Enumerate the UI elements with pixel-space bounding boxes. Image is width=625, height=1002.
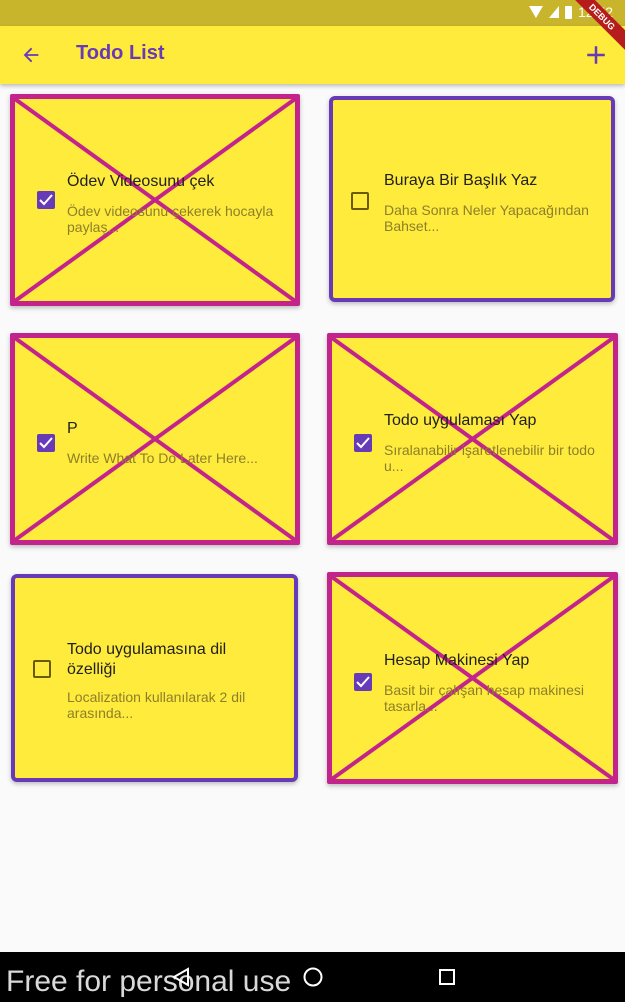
todo-checkbox[interactable] [33,660,51,678]
todo-description: Sıralanabilir işaretlenebilir bir todo u… [384,442,595,474]
todo-title: Todo uygulaması Yap [384,412,537,429]
todo-description: Ödev videosunu çekerek hocayla paylaş... [67,203,274,235]
todo-checkbox[interactable] [37,191,55,209]
todo-description: Basit bir çalışan hesap makinesi tasarla… [384,682,584,714]
square-recents-icon [439,969,455,985]
completed-cross-mark [332,577,613,779]
nav-recents-button[interactable] [434,964,460,990]
todo-description: Write What To Do Later Here... [67,450,258,466]
arrow-left-icon [23,47,39,63]
signal-icon [548,6,559,18]
todo-title: Buraya Bir Başlık Yaz [384,172,538,189]
nav-home-button[interactable] [300,964,326,990]
completed-cross-mark [15,338,295,540]
todo-title: P [67,420,78,437]
todo-card[interactable]: Hesap Makinesi Yap Basit bir çalışan hes… [327,572,618,784]
todo-card[interactable]: Ödev Videosunu çek Ödev videosunu çekere… [10,94,300,306]
circle-home-icon [303,967,323,987]
todo-title: Todo uygulamasına dil özelliği [67,641,227,678]
completed-cross-mark [332,338,613,540]
todo-title: Ödev Videosunu çek [67,173,215,190]
todo-checkbox[interactable] [37,434,55,452]
add-todo-button[interactable] [577,36,615,74]
todo-card[interactable]: Buraya Bir Başlık Yaz Daha Sonra Neler Y… [329,96,615,302]
plus-icon [587,46,605,64]
wifi-icon [528,6,543,18]
back-button[interactable] [12,36,50,74]
completed-cross-mark [15,99,295,301]
todo-title: Hesap Makinesi Yap [384,652,530,669]
battery-icon [564,5,572,19]
page-title: Todo List [76,42,165,64]
todo-description: Daha Sonra Neler Yapacağından Bahset... [384,202,589,234]
todo-description: Localization kullanılarak 2 dil arasında… [67,689,246,721]
todo-card[interactable]: Todo uygulaması Yap Sıralanabilir işaret… [327,333,618,545]
todo-card[interactable]: P Write What To Do Later Here... [10,333,300,545]
todo-checkbox[interactable] [351,192,369,210]
app-bar: Todo List [0,26,625,84]
todo-card[interactable]: Todo uygulamasına dil özelliği Localizat… [11,574,298,782]
todo-checkbox[interactable] [354,434,372,452]
status-bar: 12:52 [0,0,625,26]
todo-checkbox[interactable] [354,673,372,691]
watermark-text: Free for personal use [6,965,292,998]
